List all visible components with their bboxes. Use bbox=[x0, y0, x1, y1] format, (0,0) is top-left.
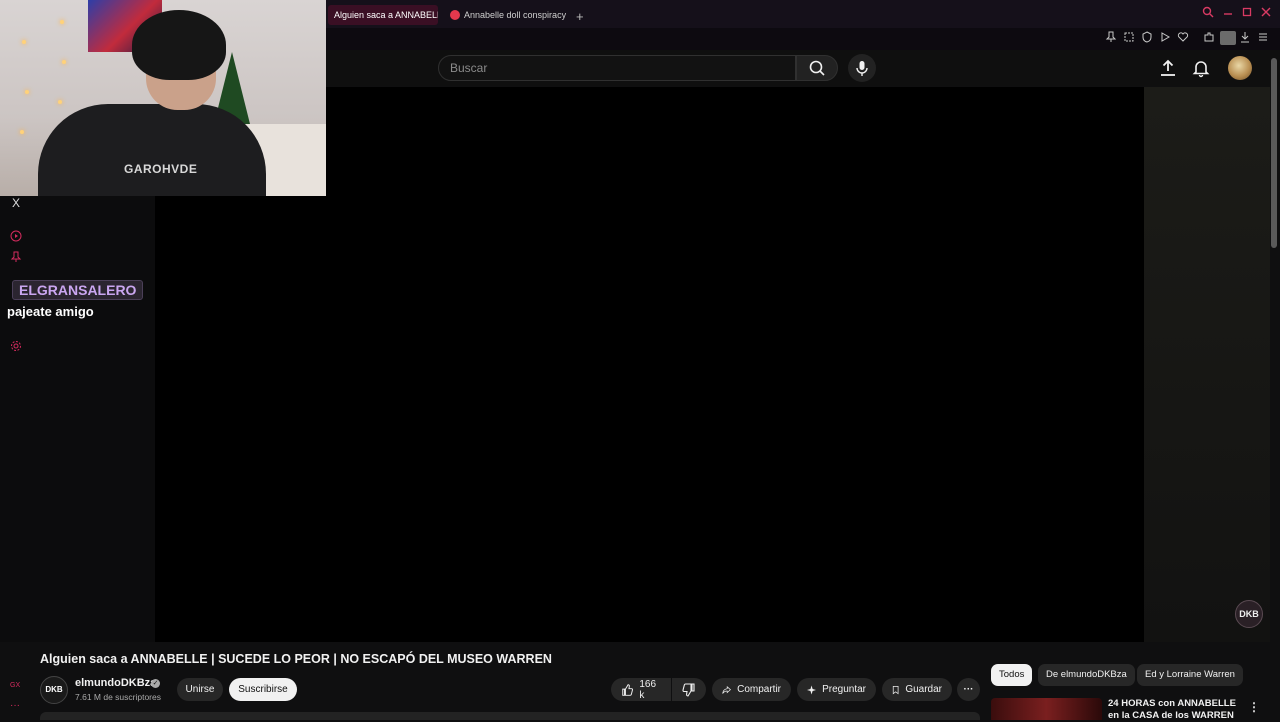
settings-gear-icon[interactable] bbox=[10, 340, 22, 352]
tab-favicon-icon bbox=[450, 10, 460, 20]
shirt-logo: GAROHVDE bbox=[124, 162, 198, 176]
save-label: Guardar bbox=[905, 684, 942, 695]
chip-all[interactable]: Todos bbox=[991, 664, 1033, 686]
streamer-webcam: GAROHVDE bbox=[0, 0, 326, 196]
ask-button[interactable]: Preguntar bbox=[797, 678, 876, 701]
pin-icon[interactable] bbox=[10, 251, 22, 263]
recommendation-menu-icon[interactable]: ⋮ bbox=[1248, 700, 1260, 714]
menu-icon[interactable] bbox=[1257, 31, 1271, 45]
sparkle-icon bbox=[807, 684, 817, 695]
ask-label: Preguntar bbox=[822, 684, 866, 695]
shield-icon[interactable] bbox=[1141, 31, 1155, 45]
string-light bbox=[58, 100, 62, 104]
tab-label: Alguien saca a ANNABELLE bbox=[334, 10, 438, 20]
search-input[interactable]: Buscar bbox=[438, 55, 796, 81]
download-icon[interactable] bbox=[1239, 31, 1253, 45]
string-light bbox=[62, 60, 66, 64]
pin-icon[interactable] bbox=[1105, 31, 1119, 45]
maximize-icon[interactable] bbox=[1241, 6, 1257, 18]
chip-from-channel[interactable]: De elmundoDKBza bbox=[1038, 664, 1135, 686]
string-light bbox=[25, 90, 29, 94]
search-icon bbox=[809, 60, 825, 76]
join-button[interactable]: Unirse bbox=[177, 678, 223, 701]
profile-thumbnail-icon[interactable] bbox=[1220, 31, 1236, 45]
channel-avatar[interactable]: DKB bbox=[40, 676, 68, 704]
play-circle-icon[interactable] bbox=[10, 230, 22, 242]
channel-name[interactable]: elmundoDKBza bbox=[75, 677, 156, 689]
description-box[interactable] bbox=[40, 712, 980, 720]
channel-watermark[interactable]: DKB bbox=[1235, 600, 1263, 628]
screenshot-icon[interactable] bbox=[1123, 31, 1137, 45]
close-window-icon[interactable] bbox=[1260, 6, 1276, 18]
share-button[interactable]: Compartir bbox=[712, 678, 791, 701]
more-sidebar-icon[interactable]: ··· bbox=[10, 700, 20, 711]
stream-side-panel bbox=[0, 196, 155, 642]
string-light bbox=[60, 20, 64, 24]
streamer-hair bbox=[132, 10, 226, 80]
video-title: Alguien saca a ANNABELLE | SUCEDE LO PEO… bbox=[40, 652, 552, 666]
like-button[interactable]: 166 k bbox=[611, 678, 671, 701]
voice-search-button[interactable] bbox=[848, 54, 876, 82]
subscribe-button[interactable]: Suscribirse bbox=[229, 678, 297, 701]
thumbs-up-icon bbox=[622, 683, 634, 696]
minimize-icon[interactable] bbox=[1222, 6, 1238, 18]
recommendation-title[interactable]: 24 HORAS con ANNABELLE en la CASA de los… bbox=[1108, 698, 1243, 722]
play-icon[interactable] bbox=[1159, 31, 1173, 45]
notifications-bell-icon[interactable] bbox=[1191, 58, 1211, 78]
heart-icon[interactable] bbox=[1177, 31, 1191, 45]
chip-ed-lorraine-warren[interactable]: Ed y Lorraine Warren bbox=[1137, 664, 1243, 686]
share-label: Compartir bbox=[737, 684, 781, 695]
recommendation-thumbnail[interactable] bbox=[991, 698, 1102, 720]
tab-label: Annabelle doll conspiracy bbox=[464, 10, 566, 20]
gx-label[interactable]: GX bbox=[10, 682, 20, 689]
save-button[interactable]: Guardar bbox=[882, 678, 952, 701]
search-button[interactable] bbox=[796, 55, 838, 81]
more-actions-button[interactable]: ··· bbox=[957, 678, 980, 701]
search-tabs-icon[interactable] bbox=[1202, 6, 1218, 18]
user-avatar[interactable] bbox=[1228, 56, 1252, 80]
new-tab-button[interactable]: + bbox=[570, 6, 584, 26]
string-light bbox=[20, 130, 24, 134]
secondary-column-background bbox=[1144, 87, 1270, 642]
tab-annabelle-doll[interactable]: Annabelle doll conspiracy bbox=[444, 5, 566, 25]
chat-message: pajeate amigo bbox=[7, 304, 94, 319]
like-count: 166 k bbox=[639, 678, 657, 701]
extensions-icon[interactable] bbox=[1203, 31, 1217, 45]
dislike-button[interactable] bbox=[672, 678, 706, 701]
share-arrow-icon bbox=[722, 685, 731, 694]
page-scrollbar[interactable] bbox=[1271, 58, 1277, 248]
bookmark-icon bbox=[892, 685, 899, 694]
upload-icon[interactable] bbox=[1158, 58, 1178, 78]
streamer-body bbox=[38, 104, 266, 196]
string-light bbox=[22, 40, 26, 44]
subscriber-count: 7.61 M de suscriptores bbox=[75, 692, 161, 702]
close-overlay-button[interactable]: X bbox=[9, 196, 23, 210]
verified-check-icon: ✓ bbox=[151, 679, 160, 688]
thumbs-down-icon bbox=[682, 682, 695, 697]
tab-active[interactable]: Alguien saca a ANNABELLE bbox=[328, 5, 438, 25]
chat-username: ELGRANSALERO bbox=[12, 280, 144, 300]
microphone-icon bbox=[856, 61, 868, 76]
